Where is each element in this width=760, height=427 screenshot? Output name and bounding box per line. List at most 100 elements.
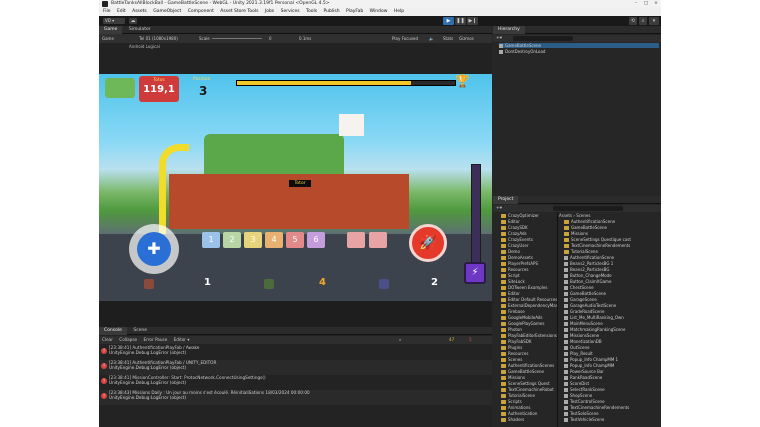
project-file-item[interactable]: AuthentificationScene [564, 219, 615, 224]
project-folder-item[interactable]: Plugins [501, 345, 522, 350]
project-folder-item[interactable]: Scripts [501, 399, 522, 404]
project-file-item[interactable]: TextCinemachineRendements [564, 405, 629, 410]
project-file-item[interactable]: SelectRankScene [564, 387, 605, 392]
minimize-icon[interactable]: – [631, 0, 641, 8]
menu-publish[interactable]: Publish [324, 9, 340, 14]
tab-game[interactable]: Game [99, 26, 123, 34]
project-folder-item[interactable]: Missions [501, 375, 525, 380]
editor-dropdown[interactable]: Editor ▾ [174, 337, 190, 342]
project-folder-item[interactable]: AuthentificationScenes [501, 363, 554, 368]
slot-3[interactable]: 3 [244, 232, 262, 248]
menu-asset-store-tools[interactable]: Asset Store Tools [220, 9, 258, 14]
mute-icon[interactable]: 🔈 [429, 34, 434, 43]
cloud-icon[interactable]: ☁ [129, 18, 137, 24]
collapse-button[interactable]: Collapse [119, 337, 137, 342]
project-file-item[interactable]: TutorialScene [564, 249, 598, 254]
project-file-item[interactable]: AuthentificationScene [564, 255, 614, 260]
project-folder-item[interactable]: PlayFabSDK [501, 339, 532, 344]
dpad-icon[interactable]: ✚ [137, 232, 171, 266]
slot-4[interactable]: 4 [265, 232, 283, 248]
project-file-item[interactable]: MonetizationDB [564, 339, 602, 344]
log-row[interactable]: ! [23:38:43] Missions Daily : Un jour au… [99, 390, 492, 405]
add-icon[interactable]: +▾ [496, 205, 502, 212]
gizmos-toggle[interactable]: Gizmos [459, 34, 474, 43]
project-folder-item[interactable]: CrazyUser [501, 243, 528, 248]
tab-hierarchy[interactable]: Hierarchy [493, 26, 525, 34]
project-folder-item[interactable]: TextCinemachineRobot [501, 387, 554, 392]
project-folder-item[interactable]: DOTween Examples [501, 285, 547, 290]
project-folder-item[interactable]: GooglePlayGames [501, 321, 544, 326]
project-folder-item[interactable]: Shaders [501, 417, 524, 422]
project-folder-item[interactable]: SceneSettings Quest [501, 381, 550, 386]
project-file-item[interactable]: Play_Result [564, 351, 593, 356]
project-folder-item[interactable]: Firebase [501, 309, 525, 314]
project-file-item[interactable]: Beans2_ParticlesBG 1 [564, 261, 613, 266]
project-file-item[interactable]: ChestScene [564, 285, 594, 290]
project-folder-item[interactable]: Authentication [501, 411, 537, 416]
error-pause-button[interactable]: Error Pause [143, 337, 167, 342]
slot-6[interactable]: 6 [307, 232, 325, 248]
tab-scene[interactable]: Scene [128, 327, 152, 335]
menu-edit[interactable]: Edit [117, 9, 126, 14]
menu-services[interactable]: Services [281, 9, 300, 14]
slot-1[interactable]: 1 [202, 232, 220, 248]
project-file-item[interactable]: MissionsScene [564, 333, 599, 338]
project-folder-item[interactable]: Script [501, 273, 520, 278]
menu-component[interactable]: Component [188, 9, 214, 14]
project-folder-item[interactable]: Animations [501, 405, 530, 410]
project-file-item[interactable]: Missions [564, 231, 588, 236]
scale-slider[interactable] [212, 38, 262, 39]
project-folder-item[interactable]: Scenes [501, 357, 522, 362]
project-folder-item[interactable]: CrazyOptimizer [501, 213, 539, 218]
breadcrumb-scenes[interactable]: Scenes [576, 213, 590, 218]
project-file-item[interactable]: ShopScene [564, 393, 592, 398]
project-file-item[interactable]: PowerSource Bar [564, 369, 604, 374]
project-file-item[interactable]: TestSoloScene [564, 411, 599, 416]
project-file-item[interactable]: Beans2_ParticlesBG [564, 267, 609, 272]
display-dropdown[interactable]: Game [102, 34, 114, 43]
play-button[interactable]: ▶ [443, 17, 454, 25]
breadcrumb-assets[interactable]: Assets [559, 213, 572, 218]
project-file-item[interactable]: GameBattleScene [564, 225, 607, 230]
project-file-item[interactable]: MainMenuScene [564, 321, 603, 326]
project-folder-item[interactable]: Resources [501, 267, 528, 272]
slot-2[interactable]: 2 [223, 232, 241, 248]
project-file-item[interactable]: OutScene [564, 345, 589, 350]
hierarchy-search-input[interactable] [513, 36, 573, 41]
project-split-divider[interactable] [557, 212, 558, 427]
menu-playfab[interactable]: PlayFab [346, 9, 363, 14]
log-row[interactable]: ! [23:38:41] AuthentificationPlayFab / U… [99, 360, 492, 375]
menu-tools[interactable]: Tools [306, 9, 317, 14]
project-file-item[interactable]: GarageAudioTestScene [564, 303, 616, 308]
project-folder-item[interactable]: Editor Default Resources [501, 297, 557, 302]
project-file-item[interactable]: TestControlScene [564, 399, 605, 404]
stats-toggle[interactable]: Stats [443, 34, 453, 43]
project-file-item[interactable]: GarageScene [564, 297, 597, 302]
menu-gameobject[interactable]: GameObject [153, 9, 181, 14]
pause-button[interactable]: ❚❚ [455, 17, 466, 25]
tab-project[interactable]: Project [493, 196, 519, 204]
fire-button[interactable]: 🚀 [409, 224, 447, 262]
project-folder-item[interactable]: TutorialScene [501, 393, 535, 398]
tab-simulator[interactable]: Simulator [124, 26, 156, 34]
play-mode-dropdown[interactable]: Play Focused [392, 34, 418, 43]
menu-file[interactable]: File [103, 9, 111, 14]
project-file-item[interactable]: Popup_Info ChampMM [564, 363, 614, 368]
project-folder-item[interactable]: Editor [501, 219, 520, 224]
project-file-item[interactable]: ScoreDist [564, 381, 589, 386]
hierarchy-item[interactable]: GameBattleScene [499, 43, 659, 48]
menu-assets[interactable]: Assets [132, 9, 147, 14]
project-folder-item[interactable]: GameBattleScene [501, 369, 544, 374]
special-slot-b[interactable] [369, 232, 387, 248]
menu-window[interactable]: Window [370, 9, 388, 14]
project-search-input[interactable] [553, 206, 623, 211]
project-file-item[interactable]: TestVehicleScene [564, 417, 604, 422]
history-icon[interactable]: ⟲ [629, 17, 637, 25]
project-folder-item[interactable]: Demo [501, 249, 520, 254]
menu-jobs[interactable]: Jobs [265, 9, 274, 14]
project-file-item[interactable]: GameBattleScene [564, 291, 606, 296]
hierarchy-item[interactable]: DontDestroyOnLoad [499, 49, 545, 54]
project-folder-item[interactable]: CrazySDK [501, 225, 528, 230]
project-file-item[interactable]: List_Me_MultiRanking_Own [564, 315, 624, 320]
layout-dropdown[interactable]: ▾ [649, 17, 659, 25]
